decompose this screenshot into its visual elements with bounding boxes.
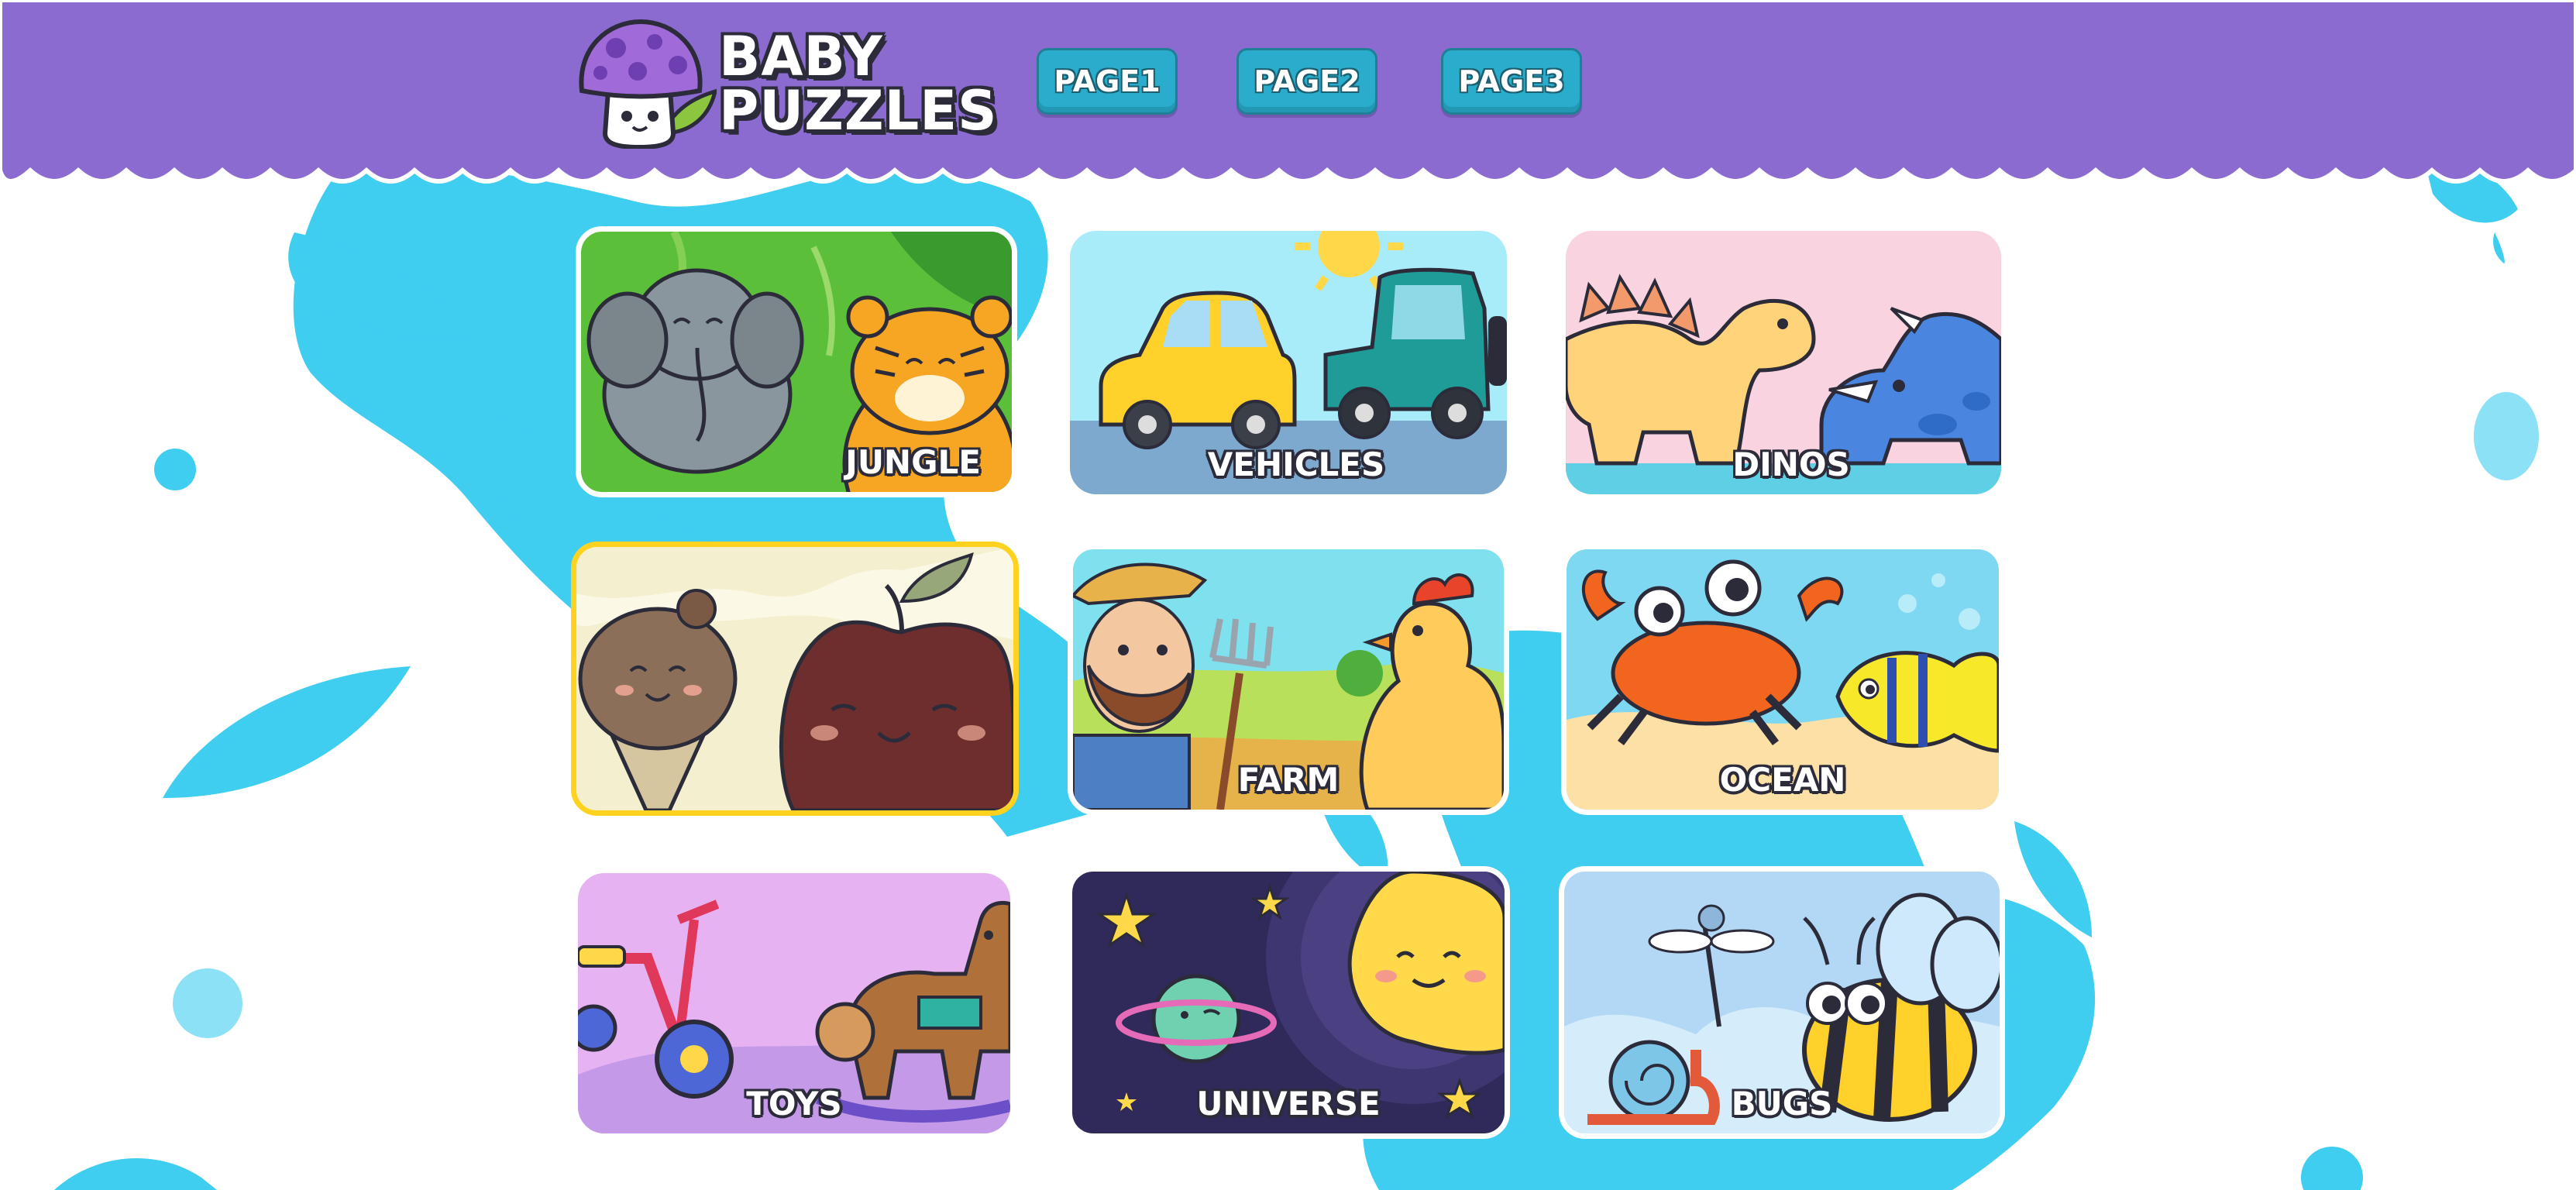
category-label: FARM — [1237, 761, 1340, 799]
brand-line-2: PUZZLES — [719, 79, 998, 143]
brand-line-1: BABY — [719, 25, 883, 88]
food-illustration — [576, 547, 1013, 810]
nav-page1-button[interactable]: PAGE1 — [1037, 48, 1178, 115]
category-label: BUGS — [1731, 1085, 1833, 1123]
category-tile-toys[interactable]: TOYS — [578, 873, 1010, 1133]
category-label: VEHICLES — [1207, 445, 1385, 483]
nav-page2-button[interactable]: PAGE2 — [1236, 48, 1377, 115]
category-tile-vehicles[interactable]: VEHICLES — [1070, 231, 1507, 494]
category-tile-ocean[interactable]: OCEAN — [1561, 544, 2004, 815]
category-label: UNIVERSE — [1196, 1085, 1381, 1123]
category-tile-jungle[interactable]: JUNGLE — [576, 226, 1017, 497]
category-tile-food[interactable] — [571, 542, 1019, 816]
mushroom-icon — [579, 19, 718, 150]
brand-name[interactable]: BABY PUZZLES — [719, 29, 998, 138]
nav-page3-button[interactable]: PAGE3 — [1441, 48, 1582, 115]
category-tile-bugs[interactable]: BUGS — [1559, 866, 2005, 1139]
category-tile-universe[interactable]: UNIVERSE — [1067, 866, 1510, 1139]
category-label: OCEAN — [1719, 761, 1846, 799]
category-tile-dinos[interactable]: DINOS — [1566, 231, 2001, 494]
category-label: JUNGLE — [845, 443, 981, 481]
category-label: TOYS — [746, 1085, 842, 1123]
category-tile-farm[interactable]: FARM — [1068, 544, 1509, 815]
category-label: DINOS — [1732, 445, 1850, 483]
